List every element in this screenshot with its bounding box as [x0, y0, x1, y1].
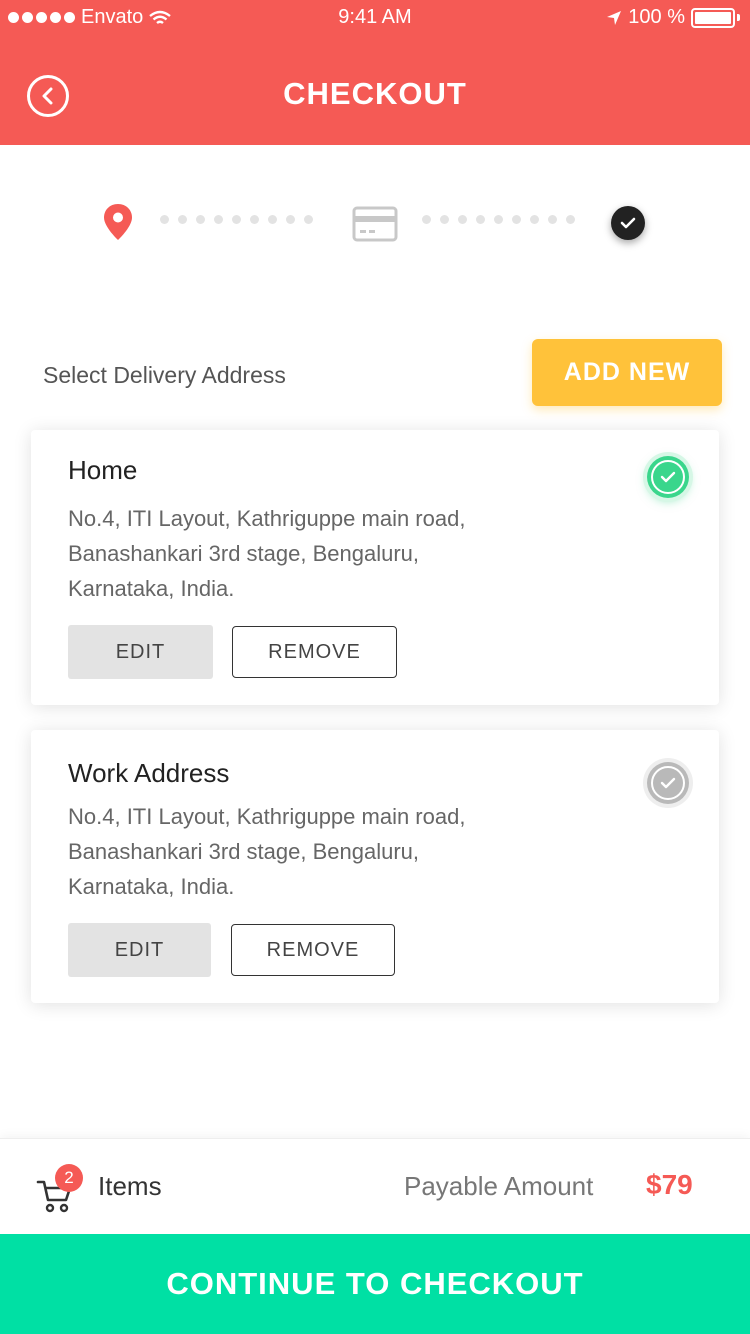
address-line-3: Karnataka, India.	[68, 874, 235, 899]
status-right: 100 %	[606, 6, 740, 29]
payable-amount-label: Payable Amount	[404, 1171, 594, 1201]
address-line-2: Banashankari 3rd stage, Bengaluru,	[68, 839, 420, 864]
cart-count-badge: 2	[55, 1164, 83, 1192]
battery-cap	[737, 14, 740, 21]
select-address-label: Select Delivery Address	[43, 362, 286, 388]
remove-button[interactable]: REMOVE	[231, 924, 395, 976]
address-text: No.4, ITI Layout, Kathriguppe main road,…	[68, 799, 465, 904]
check-icon	[660, 777, 676, 789]
step-connector-1	[160, 215, 313, 224]
address-radio-unselected[interactable]	[647, 762, 689, 804]
remove-button[interactable]: REMOVE	[232, 626, 397, 678]
continue-to-checkout-button[interactable]: CONTINUE TO CHECKOUT	[0, 1234, 750, 1334]
address-line-3: Karnataka, India.	[68, 576, 235, 601]
add-new-button[interactable]: ADD NEW	[532, 339, 722, 406]
step-connector-2	[422, 215, 575, 224]
address-name: Home	[68, 455, 138, 485]
edit-button[interactable]: EDIT	[68, 625, 213, 679]
order-summary-bar: 2 Items Payable Amount $79	[0, 1138, 750, 1235]
credit-card-icon	[352, 206, 398, 242]
check-icon	[620, 217, 636, 229]
address-line-2: Banashankari 3rd stage, Bengaluru,	[68, 541, 420, 566]
battery-percent: 100 %	[628, 6, 685, 28]
radio-inner	[651, 766, 685, 800]
address-name: Work Address	[68, 758, 230, 788]
address-card-work[interactable]: Work Address No.4, ITI Layout, Kathrigup…	[31, 730, 719, 1003]
status-bar: Envato 9:41 AM 100 %	[0, 0, 750, 36]
payable-amount-value: $79	[646, 1169, 693, 1200]
location-arrow-icon	[607, 10, 622, 25]
page-title: CHECKOUT	[283, 76, 467, 111]
items-label: Items	[98, 1171, 162, 1201]
address-line-1: No.4, ITI Layout, Kathriguppe main road,	[68, 804, 466, 829]
check-icon	[660, 471, 676, 483]
address-card-home[interactable]: Home No.4, ITI Layout, Kathriguppe main …	[31, 430, 719, 705]
battery-icon	[691, 7, 735, 28]
radio-inner	[651, 460, 685, 494]
address-text: No.4, ITI Layout, Kathriguppe main road,…	[68, 501, 465, 606]
address-radio-selected[interactable]	[647, 456, 689, 498]
edit-button[interactable]: EDIT	[68, 923, 211, 977]
step-confirm	[611, 206, 645, 240]
step-payment	[352, 206, 398, 247]
step-location	[102, 203, 134, 246]
location-pin-icon	[104, 204, 132, 240]
address-line-1: No.4, ITI Layout, Kathriguppe main road,	[68, 506, 466, 531]
app-header: Envato 9:41 AM 100 % CHECKOUT	[0, 0, 750, 145]
